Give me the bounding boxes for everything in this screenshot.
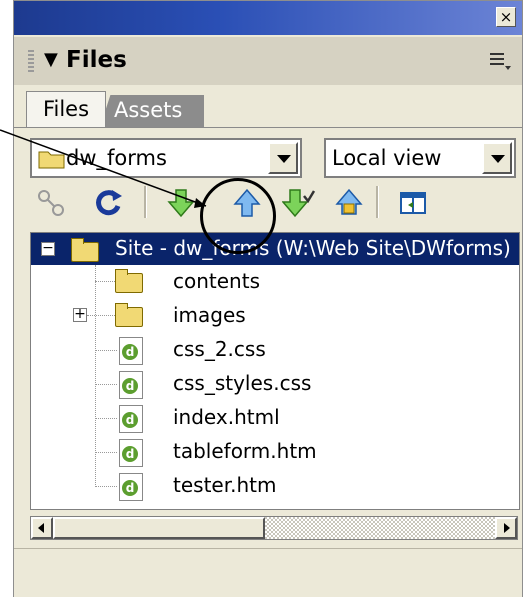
- tree-item-file[interactable]: index.html: [173, 405, 280, 429]
- drag-grip-icon[interactable]: [28, 50, 34, 72]
- tree-item-file[interactable]: css_2.css: [173, 337, 266, 361]
- scroll-right-button[interactable]: [495, 517, 517, 539]
- site-select[interactable]: dw_forms: [30, 138, 302, 178]
- collapse-icon[interactable]: −: [41, 241, 55, 256]
- highlight-circle: [200, 178, 276, 254]
- view-select[interactable]: Local view: [324, 138, 516, 178]
- tree-item-file[interactable]: css_styles.css: [173, 371, 311, 395]
- file-tree: − Site - dw_forms (W:\Web Site\DWforms) …: [30, 232, 520, 510]
- expand-icon[interactable]: +: [73, 307, 87, 322]
- tree-item-file[interactable]: tableform.htm: [173, 439, 317, 463]
- tab-assets[interactable]: Assets: [100, 95, 204, 127]
- close-button[interactable]: ×: [496, 7, 516, 27]
- horizontal-scrollbar[interactable]: [30, 516, 518, 540]
- panel-titlebar[interactable]: ×: [14, 1, 522, 35]
- tree-guide-line: [95, 452, 117, 453]
- dreamweaver-file-icon: d: [119, 405, 143, 433]
- dreamweaver-file-icon: d: [119, 337, 143, 365]
- view-select-dropdown-button[interactable]: [482, 142, 512, 174]
- dreamweaver-file-icon: d: [119, 371, 143, 399]
- folder-icon: [71, 238, 99, 262]
- check-in-icon[interactable]: [332, 186, 366, 220]
- status-bar: [14, 548, 522, 597]
- tree-guide-line: [95, 265, 96, 487]
- get-files-icon[interactable]: [164, 186, 198, 220]
- connect-icon[interactable]: [34, 186, 68, 220]
- tree-guide-line: [95, 418, 117, 419]
- collapse-arrow-icon[interactable]: ▼: [44, 49, 58, 70]
- view-select-value: Local view: [332, 146, 442, 170]
- tree-root-row[interactable]: − Site - dw_forms (W:\Web Site\DWforms): [31, 233, 519, 265]
- tree-guide-line: [95, 384, 117, 385]
- dreamweaver-file-icon: d: [119, 473, 143, 501]
- site-select-dropdown-button[interactable]: [268, 142, 298, 174]
- dreamweaver-file-icon: d: [119, 439, 143, 467]
- tree-guide-line: [95, 486, 117, 487]
- tree-guide-line: [95, 350, 117, 351]
- refresh-icon[interactable]: [92, 186, 126, 220]
- folder-icon: [115, 269, 143, 293]
- tree-guide-line: [87, 315, 115, 316]
- tree-item-contents[interactable]: contents: [173, 269, 260, 293]
- options-menu-icon[interactable]: [488, 51, 512, 76]
- tree-item-images[interactable]: images: [173, 303, 246, 327]
- check-out-icon[interactable]: [281, 186, 316, 220]
- tree-guide-line: [95, 281, 115, 282]
- tab-files[interactable]: Files: [26, 91, 106, 127]
- toolbar-separator: [144, 186, 147, 218]
- tab-bar: Assets Files: [14, 87, 522, 127]
- tree-root-label: Site - dw_forms (W:\Web Site\DWforms): [115, 236, 511, 260]
- folder-icon: [115, 303, 143, 327]
- panel-title: Files: [66, 47, 127, 73]
- scroll-left-button[interactable]: [31, 517, 53, 539]
- scrollbar-track[interactable]: [265, 517, 495, 539]
- files-panel: × ▼ Files Assets Files dw_forms Local vi…: [13, 0, 523, 597]
- site-select-value: dw_forms: [66, 146, 167, 170]
- tree-item-file[interactable]: tester.htm: [173, 473, 276, 497]
- expand-show-site-icon[interactable]: [396, 186, 430, 220]
- toolbar-separator: [376, 186, 379, 218]
- scrollbar-thumb[interactable]: [53, 517, 265, 539]
- folder-icon: [38, 148, 65, 169]
- panel-group-header[interactable]: ▼ Files: [14, 37, 522, 85]
